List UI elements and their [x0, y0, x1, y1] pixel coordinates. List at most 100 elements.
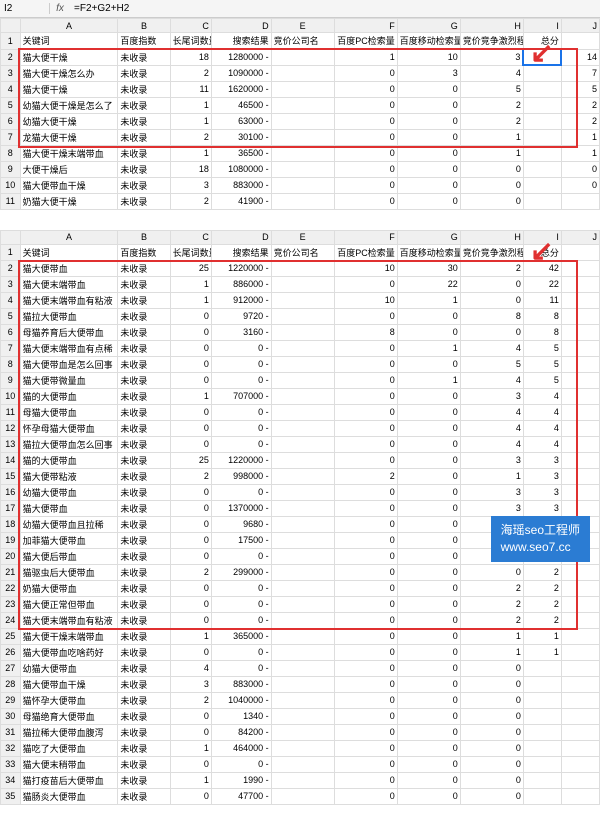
- cell[interactable]: 22: [397, 276, 460, 292]
- cell[interactable]: [561, 596, 599, 612]
- cell[interactable]: 猫打疫苗后大便带血: [20, 772, 118, 788]
- cell[interactable]: 0: [397, 436, 460, 452]
- cell[interactable]: 0: [397, 177, 460, 193]
- cell[interactable]: 1: [170, 740, 211, 756]
- cell[interactable]: [271, 612, 334, 628]
- cell[interactable]: [271, 420, 334, 436]
- cell[interactable]: [271, 756, 334, 772]
- cell[interactable]: 猫大便末稍带血: [20, 756, 118, 772]
- cell[interactable]: 0 -: [211, 644, 271, 660]
- cell[interactable]: [523, 692, 561, 708]
- cell[interactable]: 0: [397, 516, 460, 532]
- header-cell[interactable]: 搜索结果: [211, 244, 271, 260]
- cell[interactable]: 0: [460, 708, 523, 724]
- cell[interactable]: 2: [334, 468, 397, 484]
- cell[interactable]: [523, 724, 561, 740]
- cell[interactable]: 怀孕母猫大便带血: [20, 420, 118, 436]
- cell[interactable]: 未收录: [118, 145, 170, 161]
- cell[interactable]: 0: [334, 308, 397, 324]
- cell[interactable]: 0: [460, 193, 523, 209]
- cell[interactable]: 1: [397, 372, 460, 388]
- cell[interactable]: 0: [334, 612, 397, 628]
- cell[interactable]: [523, 97, 561, 113]
- cell[interactable]: 未收录: [118, 612, 170, 628]
- cell[interactable]: [561, 580, 599, 596]
- cell[interactable]: 0: [397, 161, 460, 177]
- cell[interactable]: 未收录: [118, 129, 170, 145]
- cell[interactable]: 0: [334, 564, 397, 580]
- cell[interactable]: 0: [334, 65, 397, 81]
- cell[interactable]: 63000 -: [211, 113, 271, 129]
- cell[interactable]: [271, 692, 334, 708]
- cell[interactable]: 10: [334, 292, 397, 308]
- row-header[interactable]: 14: [1, 452, 21, 468]
- cell[interactable]: 3: [170, 676, 211, 692]
- cell[interactable]: [523, 772, 561, 788]
- col-header-C[interactable]: C: [170, 19, 211, 33]
- cell[interactable]: 1: [170, 772, 211, 788]
- row-header[interactable]: 22: [1, 580, 21, 596]
- row-header[interactable]: 2: [1, 260, 21, 276]
- corner-cell[interactable]: [1, 19, 21, 33]
- cell[interactable]: 0: [397, 500, 460, 516]
- cell[interactable]: 0: [397, 145, 460, 161]
- header-cell[interactable]: 百度移动检索量: [397, 33, 460, 50]
- cell[interactable]: [561, 308, 599, 324]
- cell[interactable]: 猫大便干燥末端带血: [20, 628, 118, 644]
- header-cell[interactable]: 关键词: [20, 33, 118, 50]
- cell[interactable]: 未收录: [118, 740, 170, 756]
- cell[interactable]: 0: [397, 612, 460, 628]
- cell[interactable]: 883000 -: [211, 177, 271, 193]
- cell[interactable]: 0: [170, 324, 211, 340]
- col-header-D[interactable]: D: [211, 230, 271, 244]
- cell[interactable]: [523, 676, 561, 692]
- cell[interactable]: 4: [460, 372, 523, 388]
- fx-icon[interactable]: fx: [50, 3, 70, 14]
- cell[interactable]: 1: [460, 145, 523, 161]
- col-header-A[interactable]: A: [20, 19, 118, 33]
- cell[interactable]: 0: [334, 145, 397, 161]
- cell[interactable]: 0 -: [211, 756, 271, 772]
- col-header-H[interactable]: H: [460, 19, 523, 33]
- cell[interactable]: [271, 436, 334, 452]
- cell[interactable]: [271, 772, 334, 788]
- cell[interactable]: 0: [460, 564, 523, 580]
- cell[interactable]: 0: [460, 660, 523, 676]
- cell[interactable]: 0: [460, 740, 523, 756]
- cell[interactable]: 5: [523, 340, 561, 356]
- cell[interactable]: 猫大便末端带血有粘液: [20, 612, 118, 628]
- row-header[interactable]: 7: [1, 129, 21, 145]
- cell[interactable]: [561, 740, 599, 756]
- cell[interactable]: [561, 388, 599, 404]
- cell[interactable]: [523, 740, 561, 756]
- cell[interactable]: 0: [334, 177, 397, 193]
- cell[interactable]: 0: [170, 436, 211, 452]
- cell[interactable]: 1: [170, 97, 211, 113]
- cell[interactable]: 未收录: [118, 676, 170, 692]
- cell[interactable]: [561, 292, 599, 308]
- cell[interactable]: 猫大便干燥: [20, 81, 118, 97]
- header-cell[interactable]: 长尾词数量: [170, 33, 211, 50]
- cell[interactable]: 未收录: [118, 468, 170, 484]
- cell[interactable]: 0: [170, 724, 211, 740]
- cell[interactable]: [561, 708, 599, 724]
- cell[interactable]: 0: [397, 660, 460, 676]
- cell[interactable]: 0: [397, 532, 460, 548]
- cell[interactable]: 未收录: [118, 81, 170, 97]
- cell[interactable]: 猫肠炎大便带血: [20, 788, 118, 804]
- cell[interactable]: [271, 516, 334, 532]
- col-header-E[interactable]: E: [271, 230, 334, 244]
- cell[interactable]: 0: [397, 564, 460, 580]
- cell[interactable]: 幼猫大便带血且拉稀: [20, 516, 118, 532]
- cell[interactable]: 0: [397, 580, 460, 596]
- cell[interactable]: [271, 292, 334, 308]
- cell[interactable]: 0 -: [211, 436, 271, 452]
- cell[interactable]: [523, 193, 561, 209]
- col-header-J[interactable]: J: [561, 19, 599, 33]
- cell[interactable]: 0: [334, 548, 397, 564]
- cell[interactable]: [561, 628, 599, 644]
- cell[interactable]: 0: [397, 468, 460, 484]
- cell[interactable]: 0: [334, 129, 397, 145]
- cell[interactable]: 1080000 -: [211, 161, 271, 177]
- cell[interactable]: 11: [170, 81, 211, 97]
